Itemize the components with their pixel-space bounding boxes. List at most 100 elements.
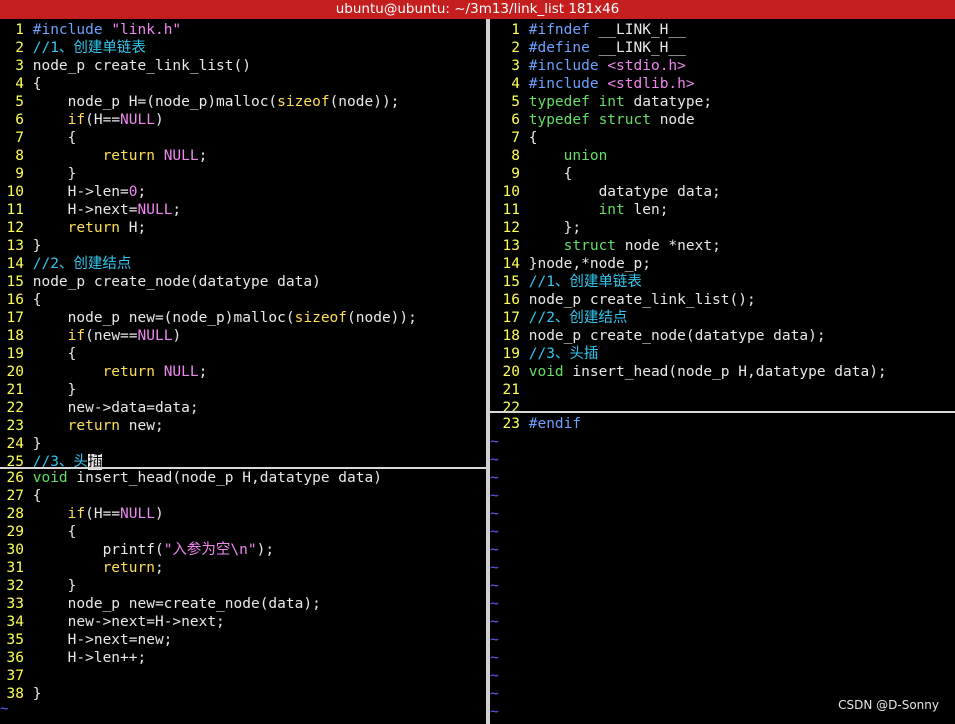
- code-token: __LINK_H__: [589, 22, 686, 38]
- line-number: 23: [6, 418, 24, 434]
- empty-buffer-line: ~: [490, 614, 499, 630]
- line-number: 21: [6, 382, 24, 398]
- code-line[interactable]: 14 //2、创建结点: [0, 255, 486, 273]
- code-token: (new==: [85, 328, 138, 344]
- code-token: NULL: [137, 202, 173, 218]
- code-line[interactable]: 21 }: [0, 381, 486, 399]
- code-line[interactable]: 20 void insert_head(node_p H,datatype da…: [490, 363, 955, 381]
- right-lower-editor-pane[interactable]: 23 #endif ~ ~ ~ ~ ~ ~ ~ ~ ~ ~ ~ ~ ~ ~ ~ ~: [490, 415, 955, 724]
- right-upper-editor-pane[interactable]: 1 #ifndef __LINK_H__ 2 #define __LINK_H__…: [490, 19, 955, 417]
- code-line[interactable]: 10 datatype data;: [490, 183, 955, 201]
- code-line[interactable]: 14 }node,*node_p;: [490, 255, 955, 273]
- code-line[interactable]: 1 #include "link.h": [0, 21, 486, 39]
- code-line[interactable]: 1 #ifndef __LINK_H__: [490, 21, 955, 39]
- code-token: #include: [32, 22, 112, 38]
- code-line[interactable]: 38 }: [0, 685, 486, 703]
- left-upper-editor-pane[interactable]: 1 #include "link.h" 2 //1、创建单链表 3 node_p c…: [0, 19, 486, 471]
- line-number: 22: [6, 400, 24, 416]
- code-line[interactable]: 17 //2、创建结点: [490, 309, 955, 327]
- code-line[interactable]: 30 printf("入参为空\n");: [0, 541, 486, 559]
- code-line[interactable]: 33 node_p new=create_node(data);: [0, 595, 486, 613]
- empty-buffer-line: ~: [490, 470, 499, 486]
- code-line[interactable]: 8 union: [490, 147, 955, 165]
- line-number: 11: [6, 202, 24, 218]
- code-line[interactable]: 11 H->next=NULL;: [0, 201, 486, 219]
- code-line[interactable]: 7 {: [0, 129, 486, 147]
- code-line[interactable]: 31 return;: [0, 559, 486, 577]
- code-line[interactable]: 18 node_p create_node(datatype data);: [490, 327, 955, 345]
- code-line[interactable]: 19 {: [0, 345, 486, 363]
- code-token: ): [172, 328, 182, 344]
- code-line[interactable]: 17 node_p new=(node_p)malloc(sizeof(node…: [0, 309, 486, 327]
- code-token: "入参为空\n": [163, 542, 257, 558]
- code-line[interactable]: 23 #endif: [490, 415, 955, 433]
- code-line[interactable]: 34 new->next=H->next;: [0, 613, 486, 631]
- line-number: 14: [502, 256, 520, 272]
- code-line[interactable]: 12 return H;: [0, 219, 486, 237]
- code-line[interactable]: 36 H->len++;: [0, 649, 486, 667]
- code-line[interactable]: 23 return new;: [0, 417, 486, 435]
- code-line[interactable]: 28 if(H==NULL): [0, 505, 486, 523]
- code-line[interactable]: 7 {: [490, 129, 955, 147]
- code-line[interactable]: 19 //3、头插: [490, 345, 955, 363]
- code-line[interactable]: 16 node_p create_link_list();: [490, 291, 955, 309]
- code-token: return: [102, 364, 155, 380]
- code-line[interactable]: 13 }: [0, 237, 486, 255]
- code-line[interactable]: 6 if(H==NULL): [0, 111, 486, 129]
- line-number: 13: [502, 238, 520, 254]
- code-line[interactable]: 18 if(new==NULL): [0, 327, 486, 345]
- code-line[interactable]: 4 #include <stdlib.h>: [490, 75, 955, 93]
- code-line[interactable]: 15 node_p create_node(datatype data): [0, 273, 486, 291]
- code-line[interactable]: 9 {: [490, 165, 955, 183]
- code-token: NULL: [120, 506, 155, 522]
- code-line[interactable]: 3 #include <stdio.h>: [490, 57, 955, 75]
- line-number: 1: [511, 22, 520, 38]
- code-line[interactable]: 26 void insert_head(node_p H,datatype da…: [0, 469, 486, 487]
- code-line[interactable]: 32 }: [0, 577, 486, 595]
- code-line[interactable]: 3 node_p create_link_list(): [0, 57, 486, 75]
- code-line[interactable]: 12 };: [490, 219, 955, 237]
- code-line[interactable]: 8 return NULL;: [0, 147, 486, 165]
- left-lower-editor-pane[interactable]: 26 void insert_head(node_p H,datatype da…: [0, 469, 486, 724]
- code-token: new->data=data;: [32, 400, 199, 416]
- code-line[interactable]: 15 //1、创建单链表: [490, 273, 955, 291]
- code-token: ): [154, 112, 164, 128]
- code-line[interactable]: 10 H->len=0;: [0, 183, 486, 201]
- right-upper-status-divider[interactable]: [490, 411, 955, 413]
- code-line[interactable]: 21: [490, 381, 955, 399]
- code-token: NULL: [163, 148, 199, 164]
- code-line[interactable]: 6 typedef struct node: [490, 111, 955, 129]
- code-token: typedef: [528, 94, 590, 110]
- code-line[interactable]: 29 {: [0, 523, 486, 541]
- empty-buffer-line: ~: [490, 506, 499, 522]
- line-number: 36: [6, 650, 24, 666]
- code-line[interactable]: 11 int len;: [490, 201, 955, 219]
- code-token: {: [528, 130, 538, 146]
- code-line[interactable]: 4 {: [0, 75, 486, 93]
- code-token: {: [528, 166, 573, 182]
- code-line[interactable]: 37: [0, 667, 486, 685]
- code-token: }: [32, 238, 42, 254]
- code-line[interactable]: 5 typedef int datatype;: [490, 93, 955, 111]
- code-line[interactable]: 20 return NULL;: [0, 363, 486, 381]
- code-line[interactable]: 2 //1、创建单链表: [0, 39, 486, 57]
- code-token: void: [32, 470, 68, 486]
- code-line[interactable]: 35 H->next=new;: [0, 631, 486, 649]
- code-line[interactable]: 9 }: [0, 165, 486, 183]
- code-line[interactable]: 27 {: [0, 487, 486, 505]
- code-token: ;: [198, 148, 208, 164]
- code-line[interactable]: 2 #define __LINK_H__: [490, 39, 955, 57]
- code-line[interactable]: 13 struct node *next;: [490, 237, 955, 255]
- line-number: 11: [502, 202, 520, 218]
- code-line[interactable]: 24 }: [0, 435, 486, 453]
- code-line[interactable]: 5 node_p H=(node_p)malloc(sizeof(node));: [0, 93, 486, 111]
- code-token: datatype data;: [528, 184, 721, 200]
- code-line[interactable]: 22 new->data=data;: [0, 399, 486, 417]
- line-number: 20: [502, 364, 520, 380]
- empty-buffer-line: ~: [490, 632, 499, 648]
- code-line[interactable]: 16 {: [0, 291, 486, 309]
